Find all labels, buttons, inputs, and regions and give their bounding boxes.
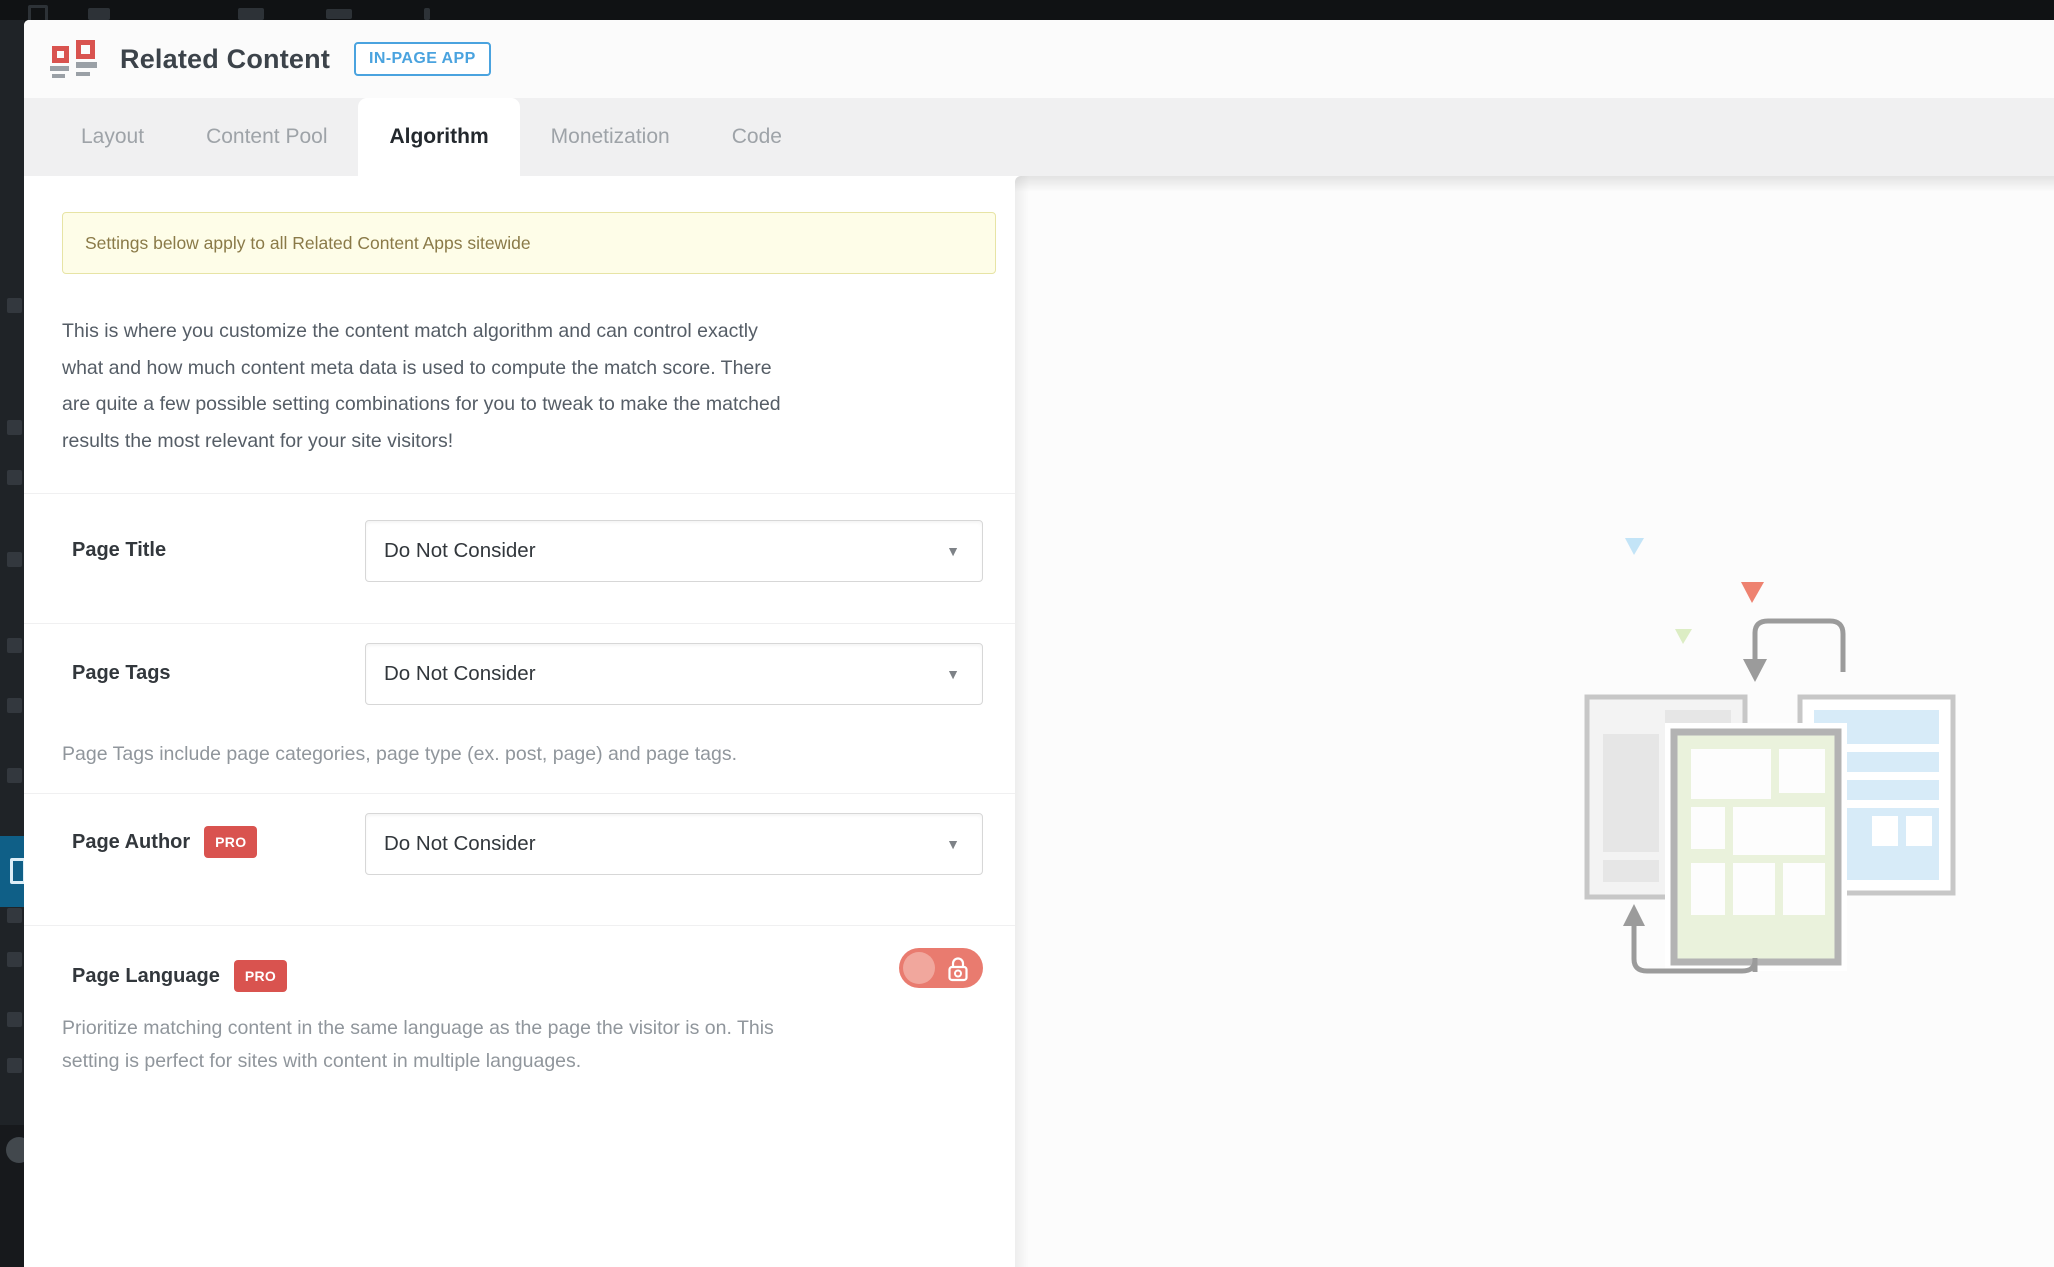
sidebar-active-menu-item[interactable] bbox=[0, 836, 24, 907]
section-divider bbox=[24, 623, 1015, 624]
page-title: Related Content bbox=[120, 43, 331, 74]
lock-icon bbox=[946, 955, 970, 987]
sidebar-menu-item-fragment[interactable] bbox=[7, 552, 22, 567]
panel-shadow bbox=[1015, 176, 2054, 192]
topbar-comments-icon[interactable] bbox=[238, 8, 264, 20]
sidebar-menu-item-fragment[interactable] bbox=[7, 420, 22, 435]
tab-layout[interactable]: Layout bbox=[50, 98, 175, 176]
chevron-down-icon: ▼ bbox=[946, 836, 960, 852]
admin-sidebar bbox=[0, 20, 24, 1267]
page-language-locked-toggle[interactable] bbox=[899, 948, 983, 988]
sitewide-settings-notice: Settings below apply to all Related Cont… bbox=[62, 212, 996, 274]
topbar-home-icon[interactable] bbox=[88, 8, 110, 20]
sidebar-menu-item-fragment[interactable] bbox=[7, 1012, 22, 1027]
topbar-icon-fragment[interactable] bbox=[424, 8, 430, 20]
sidebar-menu-item-fragment[interactable] bbox=[7, 470, 22, 485]
related-content-preview-illustration bbox=[1570, 520, 1990, 990]
sidebar-menu-item-fragment[interactable] bbox=[7, 768, 22, 783]
tab-bar: Layout Content Pool Algorithm Monetizati… bbox=[24, 98, 2054, 176]
sidebar-footer bbox=[0, 1125, 24, 1267]
page-author-label: Page Author bbox=[72, 830, 191, 853]
page-author-label-group: Page Author PRO bbox=[72, 826, 258, 858]
page-title-label: Page Title bbox=[72, 539, 167, 561]
decor-triangles bbox=[1625, 538, 1764, 644]
page-language-label-group: Page Language PRO bbox=[72, 960, 288, 992]
in-page-app-badge: IN-PAGE APP bbox=[354, 42, 491, 76]
tab-content-pool[interactable]: Content Pool bbox=[175, 98, 358, 176]
page-title-select-value: Do Not Consider bbox=[384, 539, 536, 562]
page-tags-label: Page Tags bbox=[72, 662, 171, 684]
chevron-down-icon: ▼ bbox=[946, 666, 960, 682]
pro-badge: PRO bbox=[204, 826, 258, 858]
page-author-select-value: Do Not Consider bbox=[384, 832, 536, 855]
sidebar-menu-item-fragment[interactable] bbox=[7, 952, 22, 967]
algorithm-intro-text: This is where you customize the content … bbox=[62, 320, 781, 452]
page-language-label: Page Language bbox=[72, 964, 220, 987]
tab-algorithm[interactable]: Algorithm bbox=[358, 98, 520, 176]
section-divider bbox=[24, 493, 1015, 494]
related-content-grid-icon bbox=[50, 39, 98, 79]
panel-shadow bbox=[1015, 176, 1029, 1267]
section-divider bbox=[24, 925, 1015, 926]
sidebar-menu-item-fragment[interactable] bbox=[7, 298, 22, 313]
page-tags-select[interactable]: Do Not Consider ▼ bbox=[365, 643, 983, 705]
page-title-select[interactable]: Do Not Consider ▼ bbox=[365, 520, 983, 582]
section-divider bbox=[24, 793, 1015, 794]
tab-code[interactable]: Code bbox=[701, 98, 813, 176]
algorithm-settings-form: Settings below apply to all Related Cont… bbox=[24, 176, 1015, 1267]
page-wireframe-center bbox=[1665, 723, 1847, 971]
arrow-top bbox=[1743, 618, 1846, 682]
sidebar-menu-item-fragment[interactable] bbox=[7, 908, 22, 923]
page-author-select[interactable]: Do Not Consider ▼ bbox=[365, 813, 983, 875]
topbar-icon-fragment[interactable] bbox=[326, 9, 352, 19]
sidebar-active-menu-icon bbox=[10, 858, 24, 884]
toggle-knob bbox=[903, 952, 935, 984]
page-tags-select-value: Do Not Consider bbox=[384, 662, 536, 685]
sidebar-menu-item-fragment[interactable] bbox=[7, 1058, 22, 1073]
tab-monetization[interactable]: Monetization bbox=[520, 98, 701, 176]
preview-panel bbox=[1015, 176, 2054, 1267]
screen: Related Content IN-PAGE APP Layout Conte… bbox=[0, 0, 2054, 1267]
sidebar-menu-item-fragment[interactable] bbox=[7, 698, 22, 713]
chevron-down-icon: ▼ bbox=[946, 543, 960, 559]
related-content-app-panel: Related Content IN-PAGE APP Layout Conte… bbox=[24, 20, 2054, 1267]
tab-content: Settings below apply to all Related Cont… bbox=[24, 176, 2054, 1267]
pro-badge: PRO bbox=[233, 960, 288, 992]
page-tags-help-text: Page Tags include page categories, page … bbox=[62, 743, 738, 765]
app-header: Related Content IN-PAGE APP bbox=[24, 20, 2054, 98]
sidebar-menu-item-fragment[interactable] bbox=[7, 638, 22, 653]
sidebar-footer-icon[interactable] bbox=[6, 1137, 24, 1163]
admin-top-bar bbox=[0, 0, 2054, 25]
page-language-help-text: Prioritize matching content in the same … bbox=[62, 1017, 774, 1072]
